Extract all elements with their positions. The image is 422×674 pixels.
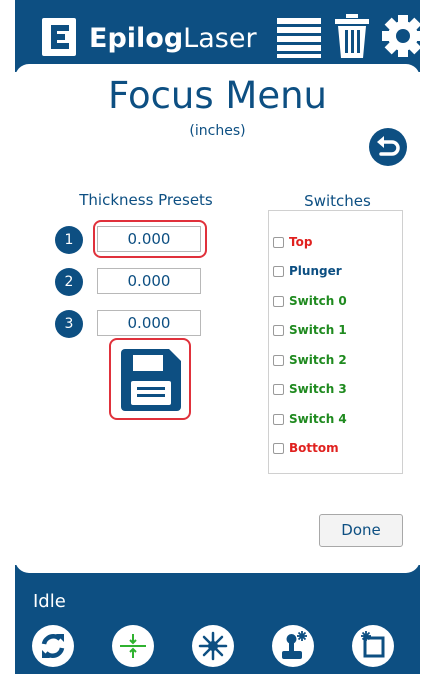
units-label: (inches) xyxy=(189,123,246,139)
gear-icon[interactable] xyxy=(381,14,422,58)
status-text: Idle xyxy=(33,591,66,612)
refresh-icon xyxy=(41,634,65,658)
save-button-frame xyxy=(109,338,191,420)
pointer-button[interactable] xyxy=(352,625,394,667)
preset-number-badge: 3 xyxy=(55,310,83,338)
switch-label: Bottom xyxy=(289,441,339,455)
joystick-icon xyxy=(282,631,307,659)
switch-label: Switch 4 xyxy=(289,412,347,426)
save-icon[interactable] xyxy=(121,349,181,411)
brand-bold: Epilog xyxy=(89,23,184,54)
checkbox[interactable] xyxy=(273,355,284,366)
laser-icon xyxy=(198,631,228,661)
switch-label: Top xyxy=(289,235,313,249)
thickness-presets-title: Thickness Presets xyxy=(79,191,213,209)
app-header: EpilogLaser xyxy=(15,0,422,72)
checkbox[interactable] xyxy=(273,443,284,454)
switch-label: Plunger xyxy=(289,264,342,278)
laser-button[interactable] xyxy=(192,625,234,667)
jog-button[interactable] xyxy=(272,625,314,667)
switch-label: Switch 2 xyxy=(289,353,347,367)
preset-2-input[interactable] xyxy=(97,268,201,294)
switch-label: Switch 1 xyxy=(289,323,347,337)
focus-menu-panel: Focus Menu (inches) Thickness Presets 1 … xyxy=(15,64,420,573)
return-arrow-icon xyxy=(377,136,400,156)
checkbox[interactable] xyxy=(273,414,284,425)
switch-label: Switch 3 xyxy=(289,382,347,396)
preset-3-input[interactable] xyxy=(97,310,201,336)
switches-list: Top Plunger Switch 0 Switch 1 Switch 2 S… xyxy=(268,210,403,474)
laser-window-icon xyxy=(361,631,385,658)
checkbox[interactable] xyxy=(273,266,284,277)
page-title: Focus Menu xyxy=(107,74,328,117)
focus-crosshair-icon xyxy=(120,634,146,658)
checkbox[interactable] xyxy=(273,384,284,395)
brand-name: EpilogLaser xyxy=(89,22,257,56)
switch-label: Switch 0 xyxy=(289,294,347,308)
brand-light: Laser xyxy=(183,23,257,54)
epilog-logo-icon xyxy=(42,18,76,56)
back-button[interactable] xyxy=(369,128,407,166)
switches-title: Switches xyxy=(304,192,371,210)
checkbox[interactable] xyxy=(273,325,284,336)
list-icon[interactable] xyxy=(277,16,321,58)
trash-icon[interactable] xyxy=(335,14,369,58)
focus-button[interactable] xyxy=(112,625,154,667)
status-footer: Idle xyxy=(15,565,420,674)
checkbox[interactable] xyxy=(273,296,284,307)
preset-1-input[interactable] xyxy=(97,226,201,252)
refresh-button[interactable] xyxy=(32,625,74,667)
preset-number-badge: 2 xyxy=(55,268,83,296)
checkbox[interactable] xyxy=(273,237,284,248)
done-button[interactable]: Done xyxy=(319,514,403,547)
preset-number-badge: 1 xyxy=(55,226,83,254)
